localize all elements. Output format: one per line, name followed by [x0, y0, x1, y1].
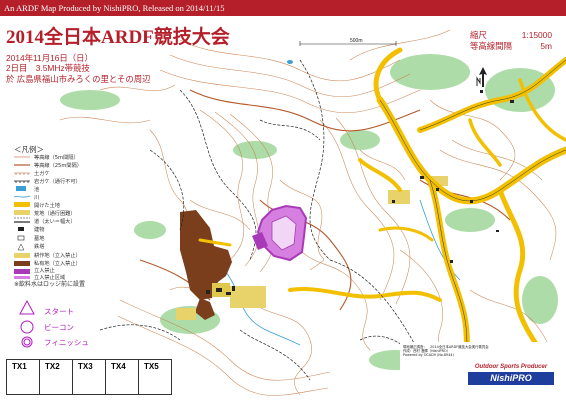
- legend-item: 道（太い＝幅大）: [34, 219, 76, 225]
- credits: 現地補正調査： 2014全日本ARDF競技大会実行委員会 作成：西村 澄輝（Ni…: [403, 345, 489, 358]
- pond-shape: [287, 60, 293, 64]
- banner-text: An ARDF Map Produced by NishiPRO, Releas…: [4, 3, 225, 13]
- contour-row: 等高線間隔 5m: [470, 41, 552, 52]
- producer-logo: Outdoor Sports Producer NishiPRO: [468, 363, 554, 391]
- legend-item: 岩ガケ（通行不可）: [34, 179, 81, 185]
- banner: An ARDF Map Produced by NishiPRO, Releas…: [0, 0, 566, 16]
- scale-info: 縮尺 1:15000 等高線間隔 5m: [470, 30, 552, 51]
- tx-cell[interactable]: TX3: [72, 359, 106, 395]
- north-arrow-icon: [476, 67, 487, 87]
- legend-item: 立入禁止: [34, 268, 55, 274]
- legend-note: ※飲料水はロッジ前に設置: [14, 281, 86, 288]
- tx-cell[interactable]: TX5: [138, 359, 172, 395]
- scale-bar-label: 500m: [350, 38, 363, 44]
- event-info: 2014年11月16日（日） 2日目 3.5MHz帯競技 於 広島県福山市みろく…: [6, 53, 150, 84]
- tx-cell[interactable]: TX4: [105, 359, 139, 395]
- legend-item: 土ガケ: [34, 171, 50, 177]
- legend-item: 建物: [34, 227, 45, 233]
- scale-value: 1:15000: [521, 30, 552, 40]
- scale-label: 縮尺: [470, 30, 487, 40]
- legend-item: 等高線（25m間隔）: [34, 163, 82, 169]
- contour-value: 5m: [540, 40, 552, 51]
- legend-item: 池: [34, 187, 40, 193]
- map-title: 2014全日本ARDF競技大会: [6, 27, 230, 48]
- course-label-start: スタート: [44, 307, 74, 316]
- event-day: 2日目 3.5MHz帯競技: [6, 63, 90, 74]
- scale-row: 縮尺 1:15000: [470, 30, 552, 41]
- legend-item: 荒地（通行困難）: [34, 211, 76, 217]
- tx-cell[interactable]: TX2: [39, 359, 73, 395]
- contour-label: 等高線間隔: [470, 40, 512, 51]
- producer-name: NishiPRO: [468, 372, 554, 385]
- legend-item: 等高線（5m間隔）: [34, 155, 79, 161]
- legend-item: 鉄塔: [34, 244, 45, 250]
- course-label-beacon: ビーコン: [44, 323, 74, 332]
- legend-item: 開けた土地: [34, 203, 60, 209]
- event-date: 2014年11月16日（日）: [6, 53, 93, 63]
- credit-line: Powered by OCAD9 (No.8944): [403, 353, 454, 358]
- event-place: 於 広島県福山市みろくの里とその周辺: [6, 73, 151, 84]
- legend-item: 私有地（立入禁止）: [34, 261, 81, 267]
- producer-tagline: Outdoor Sports Producer: [468, 363, 554, 372]
- course-label-finish: フィニッシュ: [44, 338, 89, 347]
- transmitter-row: TX1 TX2 TX3 TX4 TX5: [6, 359, 172, 395]
- legend-item: 耕作地（立入禁止）: [34, 253, 81, 259]
- legend-item: 川: [34, 195, 40, 201]
- transmitter-table: TX1 TX2 TX3 TX4 TX5: [6, 359, 172, 395]
- tx-cell[interactable]: TX1: [6, 359, 40, 395]
- map-page: An ARDF Map Produced by NishiPRO, Releas…: [0, 0, 566, 400]
- legend-item: 墓地: [34, 236, 45, 242]
